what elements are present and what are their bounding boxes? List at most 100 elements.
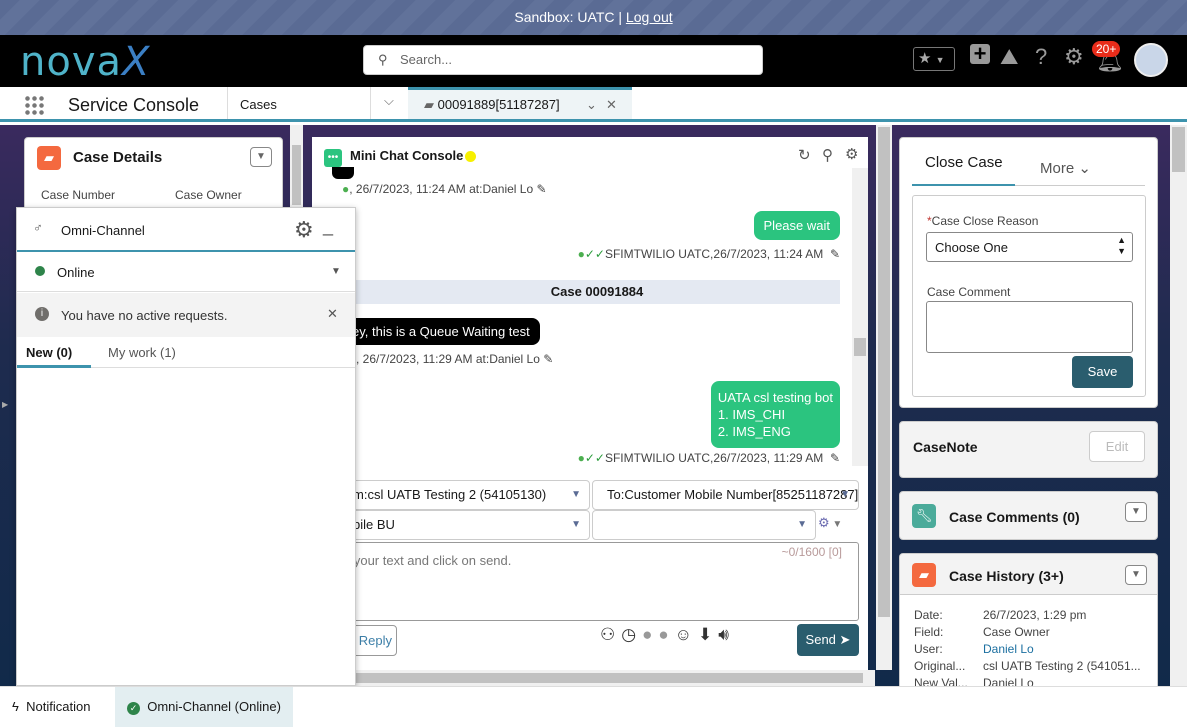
template-select[interactable]: ▼ [592, 510, 816, 540]
logo: novaX [20, 39, 151, 85]
utility-notification[interactable]: ϟ Notification [12, 699, 90, 714]
chevron-down-icon: ▼ [935, 55, 945, 65]
search-icon[interactable]: ⚲ [822, 146, 833, 164]
history-values: 26/7/2023, 1:29 pm Case Owner Daniel Lo csl… [983, 608, 1141, 690]
edit-button[interactable]: Edit [1089, 431, 1145, 462]
refresh-icon[interactable]: ↻ [798, 146, 811, 164]
composer-toolbar: ⚇◷●●☺⬇🔊︎ [600, 625, 735, 645]
star-icon: ★ [918, 50, 932, 67]
utility-omni-channel[interactable]: ✓ Omni-Channel (Online) [115, 687, 293, 727]
case-divider: Case 00091884 [354, 280, 840, 304]
chat-icon: ••• [324, 149, 342, 167]
global-actions-plus-icon[interactable]: + [970, 43, 990, 65]
sandbox-banner: Sandbox: UATC | Log out [0, 0, 1187, 35]
close-tab-icon[interactable]: ✕ [606, 97, 617, 113]
trailhead-icon[interactable]: ⛰ [1000, 44, 1018, 70]
to-select[interactable]: To:Customer Mobile Number[85251187287] ▼ [592, 480, 859, 510]
omni-title: Omni-Channel [61, 223, 145, 238]
omni-tabs: New (0) My work (1) [17, 337, 355, 368]
emoji-icon[interactable]: ☺ [675, 625, 698, 644]
app-name: Service Console [68, 95, 200, 115]
chat-scrollbar[interactable] [852, 168, 868, 466]
global-header: novaX ⚲ Search... ★ ▼ + ⛰ ? ⚙ 🔔︎ 20+ [0, 35, 1187, 87]
from-select[interactable]: m:csl UATB Testing 2 (54105130) ▼ [342, 480, 590, 510]
read-check-icon: ✓✓ [584, 247, 605, 261]
download-icon[interactable]: ⬇ [698, 625, 718, 644]
avatar[interactable] [1134, 43, 1168, 77]
note-icon[interactable]: ✎ [537, 182, 547, 196]
nav-item-cases[interactable]: Cases [240, 97, 277, 112]
field-label: Case Owner [175, 188, 242, 202]
gear-icon[interactable]: ⚙ [294, 217, 314, 243]
omni-icon: ♂ [33, 220, 43, 235]
message-meta: , 26/7/2023, 11:29 AM at:Daniel Lo ✎ [356, 352, 554, 366]
field-label: Case Number [41, 188, 116, 202]
speaker-icon[interactable]: 🔊︎ [718, 625, 735, 644]
wrench-icon: 🔧︎ [912, 504, 936, 528]
app-launcher-icon[interactable] [24, 95, 46, 115]
note-icon[interactable]: ✎ [543, 352, 553, 366]
chevron-down-icon: ▼ [331, 266, 341, 277]
comment-label: Case Comment [927, 285, 1011, 299]
expand-handle-icon[interactable]: ▶ [2, 400, 8, 409]
user-link[interactable]: Daniel Lo [983, 641, 1141, 658]
status-select[interactable]: Online ▼ [17, 252, 355, 292]
tab-more[interactable]: More ⌄ [1040, 159, 1091, 177]
utility-bar: ϟ Notification ✓ Omni-Channel (Online) [0, 686, 1187, 727]
middle-scrollbar[interactable] [876, 125, 892, 670]
minimize-icon[interactable]: _ [323, 216, 333, 237]
help-icon[interactable]: ? [1035, 44, 1047, 70]
tab-my-work[interactable]: My work (1) [108, 345, 176, 360]
console-nav: Service Console Cases ⌵ ▰ 00091889[51187… [0, 87, 1187, 122]
send-button[interactable]: Send ➤ [797, 624, 859, 656]
settings-icon[interactable]: ⚙ [845, 145, 858, 163]
logout-link[interactable]: Log out [626, 9, 673, 25]
save-button[interactable]: Save [1072, 356, 1133, 388]
outgoing-message: Please wait [753, 211, 840, 240]
mini-chat-console: ••• Mini Chat Console ↻ ⚲ ⚙ ●, 26/7/2023… [312, 137, 868, 670]
tab-close-case[interactable]: Close Case [912, 154, 1015, 186]
search-icon: ⚲ [378, 52, 388, 67]
search-input[interactable]: ⚲ Search... [363, 45, 763, 75]
attachment-icon[interactable]: ● [658, 625, 674, 644]
case-icon: ▰ [424, 97, 434, 112]
favorites-button[interactable]: ★ ▼ [913, 47, 955, 71]
case-icon: ▰ [912, 563, 936, 587]
workspace-tab[interactable]: ▰ 00091889[51187287] ⌄ ✕ [408, 87, 632, 119]
quick-text-icon[interactable]: ● [642, 625, 658, 644]
message-meta: ●✓✓SFIMTWILIO UATC,26/7/2023, 11:29 AM ✎ [577, 451, 840, 465]
message-meta: ●, 26/7/2023, 11:24 AM at:Daniel Lo ✎ [342, 182, 547, 196]
gear-icon[interactable]: ⚙ [1064, 44, 1084, 70]
clock-icon[interactable]: ◷ [621, 625, 642, 644]
note-icon[interactable]: ✎ [830, 451, 840, 465]
chat-title: Mini Chat Console [350, 148, 464, 163]
case-icon: ▰ [37, 146, 61, 170]
info-icon: i [35, 307, 49, 321]
card-title: Case Details [73, 149, 163, 166]
card-menu-button[interactable]: ▼ [1125, 565, 1147, 585]
card-menu-button[interactable]: ▼ [1125, 502, 1147, 522]
card-menu-button[interactable]: ▼ [250, 147, 272, 167]
tab-new[interactable]: New (0) [17, 337, 91, 368]
omni-channel-panel: ♂ Omni-Channel ⚙ _ Online ▼ i You have n… [16, 207, 356, 686]
sandbox-label: Sandbox: UATC | [514, 9, 623, 25]
close-case-form: *Case Close Reason Choose One ▲ ▼ Case Com… [912, 195, 1146, 397]
group-icon[interactable]: ⚇ [600, 625, 621, 644]
message-textarea[interactable]: e your text and click on send. ~0/1600 [… [342, 542, 859, 621]
business-unit-select[interactable]: bile BU ▼ [342, 510, 590, 540]
right-scrollbar[interactable] [1170, 125, 1187, 686]
case-comment-textarea[interactable] [926, 301, 1133, 353]
lightning-icon: ϟ [12, 699, 19, 714]
tab-menu-chevron-icon[interactable]: ⌄ [586, 97, 597, 113]
char-counter: ~0/1600 [0] [781, 545, 842, 559]
history-labels: Date: Field: User: Original... New Val... [914, 608, 968, 690]
chat-horizontal-scrollbar[interactable] [355, 670, 875, 686]
case-comments-card: 🔧︎ Case Comments (0) ▼ [899, 491, 1158, 540]
status-dot [465, 151, 476, 162]
nav-menu-chevron-icon[interactable]: ⌵ [384, 93, 394, 109]
close-icon[interactable]: ✕ [327, 306, 338, 322]
notification-badge: 20+ [1092, 41, 1121, 57]
settings-menu-icon[interactable]: ⚙ ▼ [818, 515, 842, 531]
note-icon[interactable]: ✎ [830, 247, 840, 261]
case-close-reason-select[interactable]: Choose One ▲ ▼ [926, 232, 1133, 262]
